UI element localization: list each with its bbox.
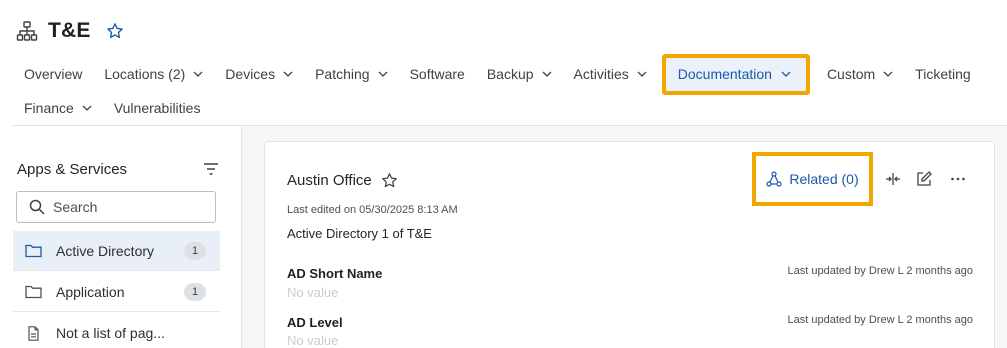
tab-label: Patching — [315, 66, 370, 82]
tab-label: Ticketing — [915, 66, 971, 82]
tab-vulnerabilities[interactable]: Vulnerabilities — [103, 93, 212, 123]
tab-label: Custom — [826, 66, 876, 82]
related-icon — [766, 171, 782, 187]
sidebar-item-label: Not a list of pag... — [56, 325, 165, 341]
sidebar-item-label: Active Directory — [56, 242, 155, 259]
record-subtitle: Active Directory 1 of T&E — [287, 226, 432, 241]
sidebar-title: Apps & Services — [17, 160, 128, 178]
tab-label: Documentation — [677, 66, 772, 82]
sidebar-item-label: Application — [56, 283, 125, 300]
tab-label: Finance — [24, 100, 74, 116]
search-icon — [29, 199, 45, 215]
search-input[interactable] — [53, 199, 203, 215]
sidebar-item-not-a-list[interactable]: Not a list of pag... — [13, 313, 220, 348]
field-value-ad-short-name: No value — [287, 285, 339, 300]
sidebar-header: Apps & Services — [17, 159, 219, 179]
tab-label: Locations (2) — [104, 66, 186, 82]
field-label-ad-level: AD Level — [287, 315, 343, 330]
tab-custom[interactable]: Custom — [816, 59, 904, 89]
chevron-down-icon — [883, 71, 893, 77]
tab-bar-row-2: Finance Vulnerabilities — [13, 93, 211, 123]
field-meta-ad-short-name: Last updated by Drew L 2 months ago — [787, 265, 974, 277]
tab-ticketing[interactable]: Ticketing — [904, 59, 982, 89]
filter-icon[interactable] — [203, 162, 219, 176]
sidebar-item-active-directory[interactable]: Active Directory 1 — [13, 231, 220, 271]
sidebar-item-application[interactable]: Application 1 — [13, 272, 220, 312]
document-icon — [28, 325, 39, 341]
chevron-down-icon — [283, 71, 293, 77]
chevron-down-icon — [637, 71, 647, 77]
tab-software[interactable]: Software — [399, 59, 476, 89]
tab-documentation[interactable]: Documentation — [665, 57, 806, 91]
tab-backup[interactable]: Backup — [476, 59, 563, 89]
tab-locations[interactable]: Locations (2) — [93, 59, 214, 89]
count-badge: 1 — [184, 282, 206, 301]
sidebar-search[interactable] — [16, 191, 216, 223]
last-edited-text: Last edited on 05/30/2025 8:13 AM — [287, 204, 458, 216]
page-title: T&E — [48, 19, 91, 42]
field-label-ad-short-name: AD Short Name — [287, 266, 383, 281]
org-hierarchy-icon — [16, 20, 38, 42]
record-card: Austin Office Last edited on 05/30/2025 … — [264, 141, 995, 348]
chevron-down-icon — [378, 71, 388, 77]
tab-label: Overview — [24, 66, 83, 82]
record-title-row: Austin Office — [287, 172, 398, 189]
tab-activities[interactable]: Activities — [563, 59, 658, 89]
tab-overview[interactable]: Overview — [13, 59, 93, 89]
folder-icon — [25, 285, 42, 299]
tab-patching[interactable]: Patching — [304, 59, 398, 89]
split-view-icon[interactable] — [884, 170, 902, 188]
tab-label: Devices — [225, 66, 276, 82]
page-header: T&E — [16, 16, 124, 46]
edit-icon[interactable] — [915, 170, 933, 188]
record-title: Austin Office — [287, 172, 372, 189]
chevron-down-icon — [542, 71, 551, 77]
tab-label: Vulnerabilities — [113, 100, 201, 116]
tab-finance[interactable]: Finance — [13, 93, 103, 123]
related-button[interactable]: Related (0) — [756, 156, 869, 202]
count-badge: 1 — [184, 241, 206, 260]
field-meta-ad-level: Last updated by Drew L 2 months ago — [787, 314, 974, 326]
tab-label: Software — [409, 66, 465, 82]
chevron-down-icon — [781, 71, 791, 77]
chevron-down-icon — [82, 105, 92, 111]
sidebar: Apps & Services Active Directory 1 Appli… — [13, 126, 241, 348]
tab-devices[interactable]: Devices — [214, 59, 304, 89]
tab-label: Activities — [573, 66, 629, 82]
field-value-ad-level: No value — [287, 333, 339, 348]
folder-icon — [25, 244, 42, 258]
tab-label: Backup — [486, 66, 534, 82]
chevron-down-icon — [193, 71, 203, 77]
star-icon[interactable] — [381, 172, 398, 189]
favorite-star-icon[interactable] — [106, 22, 124, 40]
related-label: Related (0) — [789, 171, 859, 187]
tab-bar: Overview Locations (2) Devices Patching … — [13, 57, 982, 91]
more-icon[interactable] — [949, 170, 967, 188]
